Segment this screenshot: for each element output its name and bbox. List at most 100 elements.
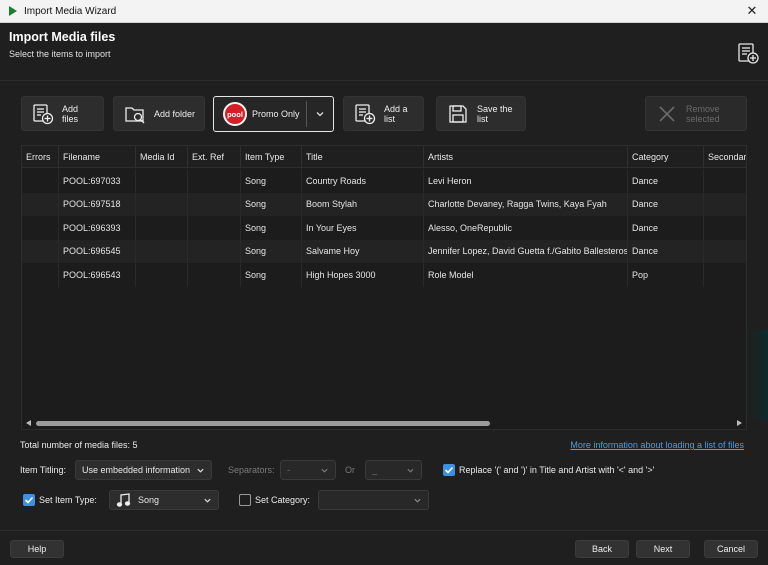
back-button[interactable]: Back — [575, 540, 629, 558]
column-header-item-type[interactable]: Item Type — [241, 146, 302, 167]
column-header-category[interactable]: Category — [628, 146, 704, 167]
chevron-down-icon — [204, 498, 211, 503]
checkmark-icon — [24, 496, 34, 504]
media-files-table[interactable]: Errors Filename Media Id Ext. Ref Item T… — [21, 145, 747, 430]
add-list-icon — [355, 103, 376, 124]
cell-category: Dance — [628, 216, 704, 240]
or-label: Or — [345, 465, 355, 475]
column-header-filename[interactable]: Filename — [59, 146, 136, 167]
cell-filename: POOL:696545 — [59, 239, 136, 263]
cell-category: Dance — [628, 169, 704, 193]
help-button[interactable]: Help — [10, 540, 64, 558]
cell-filename: POOL:697033 — [59, 169, 136, 193]
table-row[interactable]: POOL:696393 Song In Your Eyes Alesso, On… — [22, 216, 746, 240]
set-item-type-checkbox[interactable] — [23, 494, 35, 506]
cell-item-type: Song — [241, 263, 302, 287]
checkmark-icon — [444, 466, 454, 474]
table-row[interactable]: POOL:696543 Song High Hopes 3000 Role Mo… — [22, 263, 746, 287]
separator1-value: - — [287, 465, 290, 475]
close-icon[interactable]: ✕ — [744, 3, 760, 19]
scroll-left-icon[interactable] — [26, 420, 31, 426]
column-header-secondary[interactable]: Secondary — [704, 146, 746, 167]
column-header-errors[interactable]: Errors — [22, 146, 59, 167]
table-row[interactable]: POOL:697518 Song Boom Stylah Charlotte D… — [22, 192, 746, 216]
window-title: Import Media Wizard — [24, 5, 117, 17]
cell-ext-ref — [188, 263, 241, 287]
pool-logo-icon: pool — [223, 102, 247, 126]
separator2-value: _ — [372, 465, 378, 475]
horizontal-scrollbar[interactable] — [22, 418, 746, 429]
category-select[interactable] — [318, 490, 429, 510]
chevron-down-icon — [197, 468, 204, 473]
cell-media-id — [136, 216, 188, 240]
add-files-button[interactable]: Add files — [21, 96, 104, 131]
add-list-button[interactable]: Add a list — [343, 96, 424, 131]
background-decoration — [748, 330, 768, 420]
cell-filename: POOL:697518 — [59, 192, 136, 216]
replace-parentheses-label[interactable]: Replace '(' and ')' in Title and Artist … — [459, 465, 654, 475]
promo-only-label: Promo Only — [252, 109, 300, 119]
remove-selected-label: Remove selected — [686, 103, 720, 124]
cell-secondary — [704, 216, 746, 240]
cell-title: Boom Stylah — [302, 192, 424, 216]
save-list-label: Save the list — [477, 103, 513, 124]
cell-item-type: Song — [241, 216, 302, 240]
add-folder-button[interactable]: Add folder — [113, 96, 205, 131]
set-item-type-label[interactable]: Set Item Type: — [39, 495, 97, 505]
cell-title: Salvame Hoy — [302, 239, 424, 263]
promo-only-split-button[interactable]: pool Promo Only — [213, 96, 334, 132]
remove-selected-button[interactable]: Remove selected — [645, 96, 747, 131]
add-list-icon — [738, 43, 759, 64]
chevron-down-icon — [407, 468, 414, 473]
separator1-select[interactable]: - — [280, 460, 336, 480]
cell-filename: POOL:696543 — [59, 263, 136, 287]
cell-item-type: Song — [241, 239, 302, 263]
cell-artists: Role Model — [424, 263, 628, 287]
play-icon — [9, 6, 17, 16]
cell-title: High Hopes 3000 — [302, 263, 424, 287]
cell-filename: POOL:696393 — [59, 216, 136, 240]
cell-ext-ref — [188, 192, 241, 216]
cell-item-type: Song — [241, 192, 302, 216]
next-button[interactable]: Next — [636, 540, 690, 558]
item-type-select[interactable]: Song — [109, 490, 219, 510]
page-subtitle: Select the items to import — [9, 49, 111, 59]
table-row[interactable]: POOL:697033 Song Country Roads Levi Hero… — [22, 169, 746, 193]
scrollbar-thumb[interactable] — [36, 421, 490, 426]
cell-category: Pop — [628, 263, 704, 287]
cell-artists: Charlotte Devaney, Ragga Twins, Kaya Fya… — [424, 192, 628, 216]
page-title: Import Media files — [9, 30, 116, 44]
scroll-right-icon[interactable] — [737, 420, 742, 426]
toolbar: Add files Add folder pool Promo Only Add… — [0, 96, 768, 132]
item-titling-select[interactable]: Use embedded information — [75, 460, 212, 480]
cell-artists: Alesso, OneRepublic — [424, 216, 628, 240]
cell-ext-ref — [188, 169, 241, 193]
separators-label: Separators: — [228, 465, 275, 475]
cancel-button[interactable]: Cancel — [704, 540, 758, 558]
cell-errors — [22, 169, 59, 193]
chevron-down-icon[interactable] — [315, 109, 325, 119]
set-category-label[interactable]: Set Category: — [255, 495, 310, 505]
column-header-media-id[interactable]: Media Id — [136, 146, 188, 167]
column-header-title[interactable]: Title — [302, 146, 424, 167]
more-info-link[interactable]: More information about loading a list of… — [570, 440, 744, 450]
column-header-ext-ref[interactable]: Ext. Ref — [188, 146, 241, 167]
split-divider — [306, 101, 307, 127]
replace-parentheses-checkbox[interactable] — [443, 464, 455, 476]
cell-media-id — [136, 239, 188, 263]
cell-secondary — [704, 169, 746, 193]
add-files-label: Add files — [62, 103, 79, 124]
cell-title: In Your Eyes — [302, 216, 424, 240]
music-note-icon — [116, 493, 131, 507]
cell-ext-ref — [188, 239, 241, 263]
save-list-button[interactable]: Save the list — [436, 96, 526, 131]
column-header-artists[interactable]: Artists — [424, 146, 628, 167]
set-category-checkbox[interactable] — [239, 494, 251, 506]
cell-artists: Levi Heron — [424, 169, 628, 193]
cell-category: Dance — [628, 192, 704, 216]
separator2-select[interactable]: _ — [365, 460, 422, 480]
table-row[interactable]: POOL:696545 Song Salvame Hoy Jennifer Lo… — [22, 239, 746, 263]
cell-ext-ref — [188, 216, 241, 240]
cell-artists: Jennifer Lopez, David Guetta f./Gabito B… — [424, 239, 628, 263]
save-icon — [449, 104, 467, 123]
